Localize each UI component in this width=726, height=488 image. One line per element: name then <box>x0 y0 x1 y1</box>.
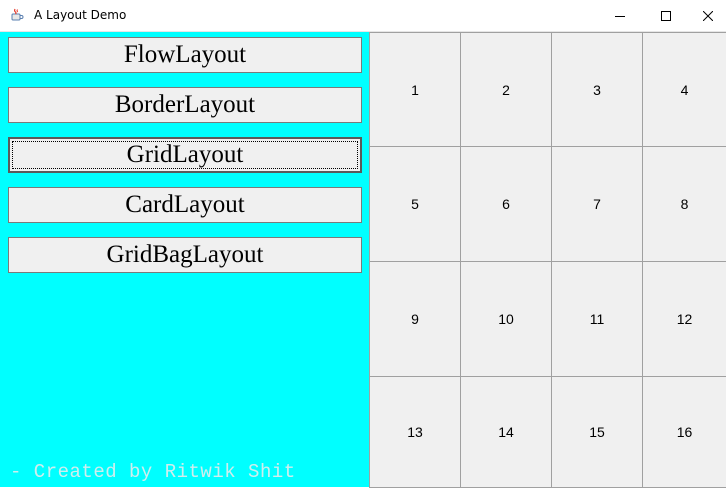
window-title: A Layout Demo <box>34 8 127 22</box>
grid-cell-button[interactable]: 3 <box>551 32 643 147</box>
borderlayout-button-label: BorderLayout <box>114 91 256 118</box>
close-button[interactable] <box>689 0 726 31</box>
title-bar[interactable]: A Layout Demo <box>0 0 726 32</box>
grid-cell-button[interactable]: 16 <box>642 376 726 488</box>
maximize-button[interactable] <box>643 0 689 31</box>
grid-cell-button[interactable]: 10 <box>460 261 552 377</box>
cardlayout-button-label: CardLayout <box>125 191 245 218</box>
minimize-icon <box>615 11 625 21</box>
grid-cell-button[interactable]: 14 <box>460 376 552 488</box>
grid-cell-button[interactable]: 4 <box>642 32 726 147</box>
grid-cell-button[interactable]: 7 <box>551 146 643 262</box>
grid-cell-button[interactable]: 5 <box>369 146 461 262</box>
grid-cell-button[interactable]: 15 <box>551 376 643 488</box>
grid-panel: 1 2 3 4 5 6 7 8 9 10 11 12 13 14 15 16 <box>369 32 726 488</box>
grid-cell-button[interactable]: 12 <box>642 261 726 377</box>
grid-cell-button[interactable]: 2 <box>460 32 552 147</box>
grid-cell-button[interactable]: 1 <box>369 32 461 147</box>
button-panel: FlowLayout BorderLayout GridLayout CardL… <box>0 32 369 487</box>
gridbaglayout-button-label: GridBagLayout <box>106 241 264 268</box>
maximize-icon <box>661 10 671 21</box>
flowlayout-button[interactable]: FlowLayout <box>8 37 362 73</box>
cardlayout-button[interactable]: CardLayout <box>8 187 362 223</box>
grid-cell-button[interactable]: 13 <box>369 376 461 488</box>
grid-cell-button[interactable]: 11 <box>551 261 643 377</box>
grid-cell-button[interactable]: 9 <box>369 261 461 377</box>
minimize-button[interactable] <box>597 0 643 31</box>
borderlayout-button[interactable]: BorderLayout <box>8 87 362 123</box>
gridlayout-button[interactable]: GridLayout <box>8 137 362 173</box>
flowlayout-button-label: FlowLayout <box>123 41 247 68</box>
grid-cell-button[interactable]: 8 <box>642 146 726 262</box>
close-icon <box>702 10 713 21</box>
credit-text: - Created by Ritwik Shit <box>10 461 296 483</box>
java-cup-icon <box>10 8 24 22</box>
gridbaglayout-button[interactable]: GridBagLayout <box>8 237 362 273</box>
grid-cell-button[interactable]: 6 <box>460 146 552 262</box>
gridlayout-button-label: GridLayout <box>126 141 244 168</box>
